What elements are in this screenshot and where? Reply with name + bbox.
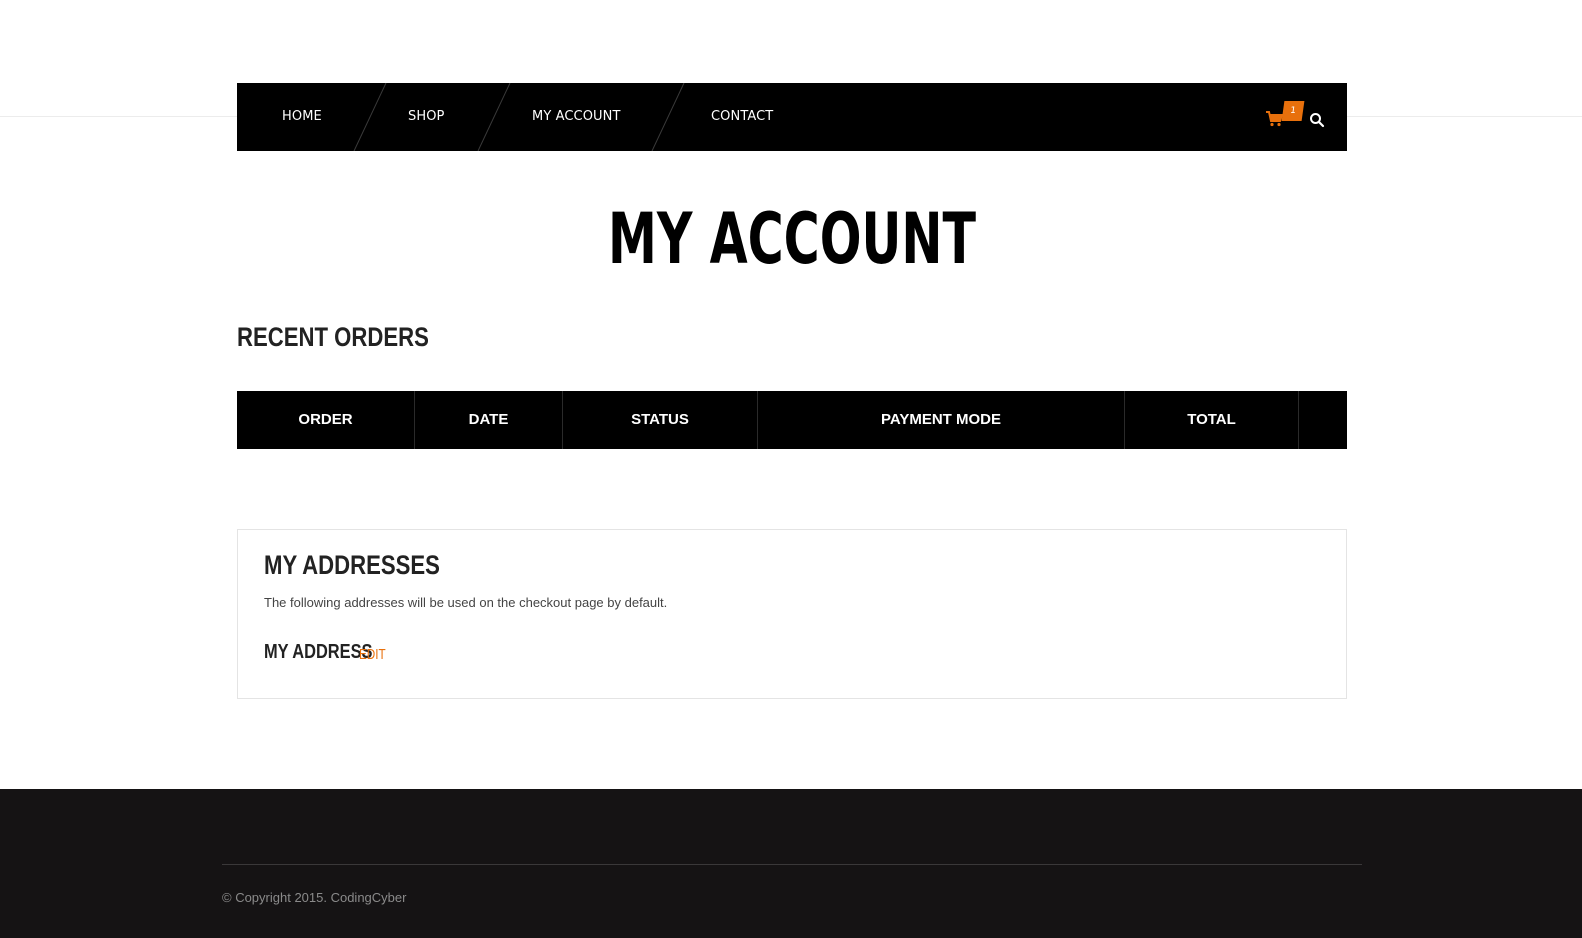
- column-header-status: STATUS: [563, 391, 758, 449]
- main-navigation: HOME SHOP MY ACCOUNT CONTACT 1: [237, 83, 1347, 151]
- recent-orders-title: RECENT ORDERS: [237, 322, 429, 352]
- addresses-description: The following addresses will be used on …: [264, 595, 668, 610]
- column-header-total: TOTAL: [1125, 391, 1299, 449]
- nav-separator: [651, 83, 685, 151]
- column-header-payment-mode: PAYMENT MODE: [758, 391, 1125, 449]
- cart-count-badge[interactable]: 1: [1281, 101, 1305, 121]
- footer: © Copyright 2015. CodingCyber: [0, 789, 1582, 938]
- nav-contact[interactable]: CONTACT: [711, 83, 773, 151]
- my-address-heading: MY ADDRESS: [264, 641, 373, 663]
- nav-shop[interactable]: SHOP: [408, 83, 445, 151]
- nav-separator: [353, 83, 387, 151]
- nav-home[interactable]: HOME: [282, 83, 322, 151]
- search-icon[interactable]: [1309, 112, 1325, 128]
- page-title: MY ACCOUNT: [608, 198, 976, 280]
- orders-table-header: ORDER DATE STATUS PAYMENT MODE TOTAL: [237, 391, 1347, 449]
- copyright-text: © Copyright 2015. CodingCyber: [222, 890, 407, 905]
- edit-address-link[interactable]: EDIT: [359, 646, 386, 663]
- my-addresses-panel: MY ADDRESSES The following addresses wil…: [237, 529, 1347, 699]
- column-header-actions: [1299, 391, 1347, 449]
- nav-separator: [477, 83, 511, 151]
- column-header-date: DATE: [415, 391, 563, 449]
- column-header-order: ORDER: [237, 391, 415, 449]
- nav-my-account[interactable]: MY ACCOUNT: [532, 83, 621, 151]
- footer-divider: [222, 864, 1362, 865]
- my-addresses-title: MY ADDRESSES: [264, 550, 440, 580]
